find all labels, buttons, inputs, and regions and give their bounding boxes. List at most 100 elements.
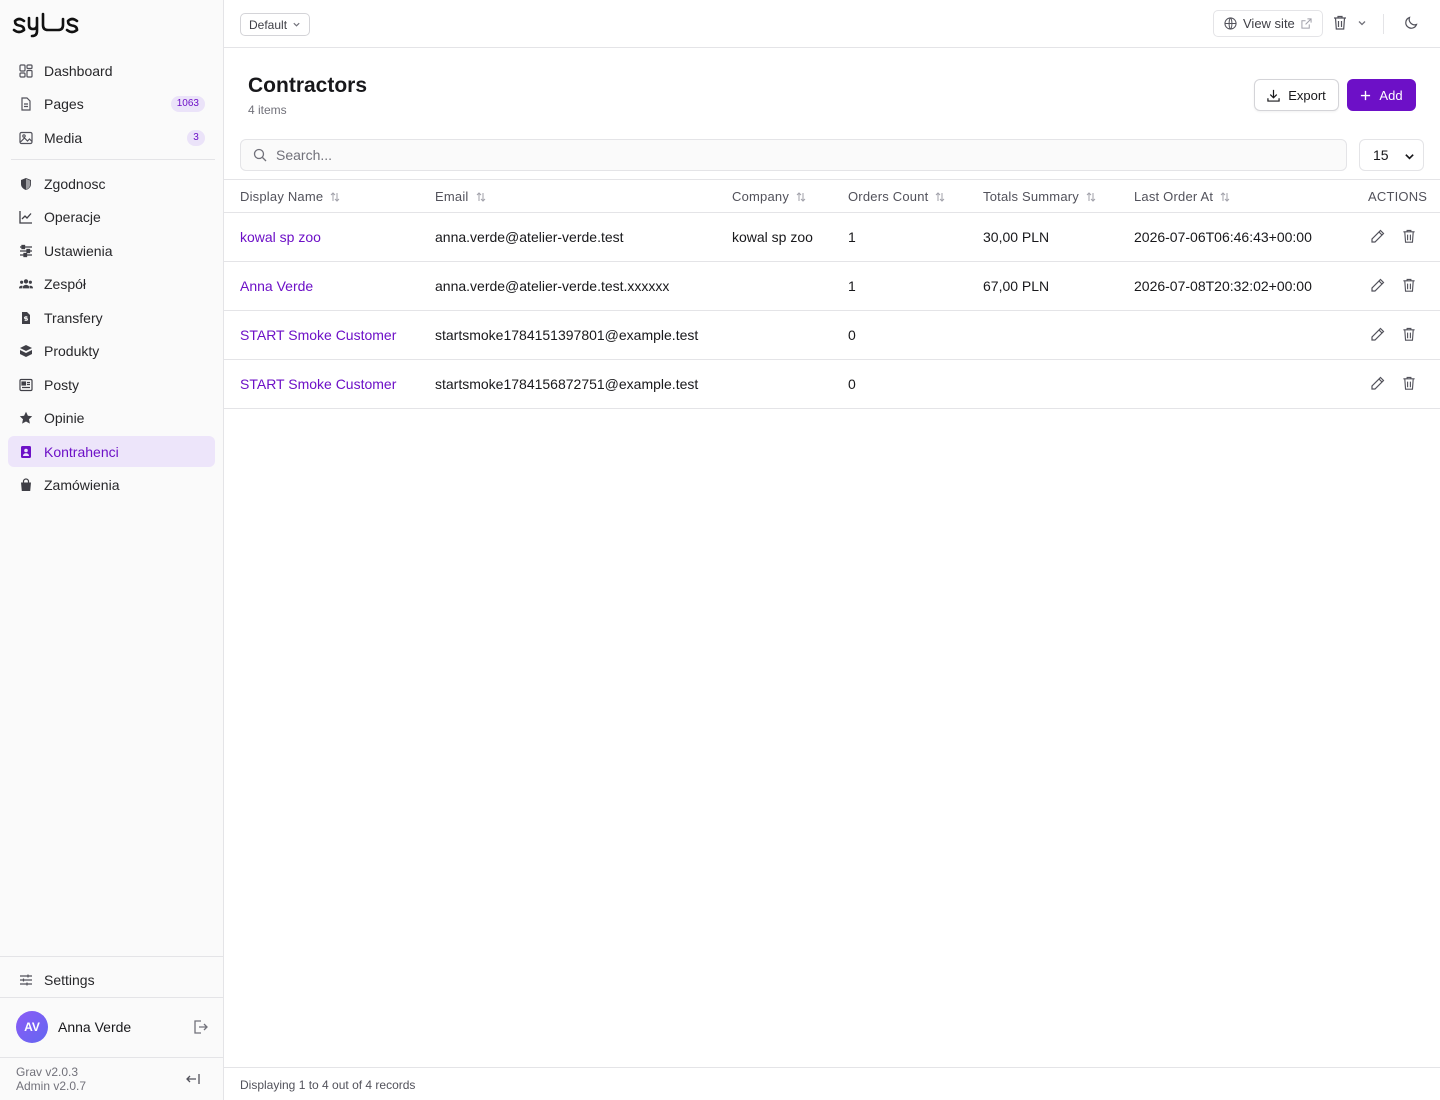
sidebar-item-zamowienia[interactable]: Zamówienia (8, 470, 215, 501)
pages-icon (19, 97, 33, 111)
contractor-name-link[interactable]: START Smoke Customer (240, 327, 396, 343)
pages-count-badge: 1063 (170, 96, 205, 112)
sidebar-item-transfery[interactable]: Transfery (8, 302, 215, 333)
trash-icon[interactable] (1402, 376, 1416, 391)
add-button[interactable]: Add (1347, 79, 1416, 111)
sort-icon (796, 191, 806, 202)
sidebar-item-pages[interactable]: Pages 1063 (8, 89, 215, 120)
sidebar-divider (0, 997, 223, 998)
trash-icon[interactable] (1333, 15, 1347, 31)
environment-dropdown[interactable]: Default (240, 13, 311, 36)
environment-label: Default (249, 17, 288, 32)
view-site-label: View site (1243, 16, 1295, 31)
contractor-name-link[interactable]: kowal sp zoo (240, 229, 321, 245)
sidebar-item-zgodnosc[interactable]: Zgodnosc (8, 168, 215, 199)
edit-icon[interactable] (1370, 376, 1385, 391)
table-row: START Smoke Customer startsmoke178415139… (224, 311, 1440, 360)
sidebar: Dashboard Pages 1063 Media 3 Zgodnosc Op… (0, 0, 224, 1100)
per-page-select[interactable]: 15 (1359, 139, 1424, 171)
column-header-email[interactable]: Email (435, 189, 486, 204)
view-site-button[interactable]: View site (1213, 10, 1323, 37)
newspaper-icon (19, 378, 33, 392)
sidebar-item-dashboard[interactable]: Dashboard (8, 55, 215, 86)
logo[interactable] (12, 10, 80, 38)
table-header: Display Name Email Company Orders Count … (224, 179, 1440, 213)
sliders-icon (19, 973, 33, 987)
collapse-sidebar-icon[interactable] (185, 1071, 201, 1087)
column-label: Last Order At (1134, 189, 1214, 204)
shield-icon (19, 177, 33, 191)
column-label: Company (732, 189, 790, 204)
contractor-name-link[interactable]: START Smoke Customer (240, 376, 396, 392)
sidebar-item-label: Kontrahenci (44, 443, 119, 460)
trash-icon[interactable] (1402, 327, 1416, 342)
edit-icon[interactable] (1370, 229, 1385, 244)
contractor-email: anna.verde@atelier-verde.test.xxxxxx (435, 278, 670, 294)
trash-icon[interactable] (1402, 278, 1416, 293)
sidebar-item-media[interactable]: Media 3 (8, 122, 215, 153)
sidebar-item-produkty[interactable]: Produkty (8, 336, 215, 367)
sort-icon (330, 191, 340, 202)
sidebar-item-label: Produkty (44, 343, 100, 359)
users-icon (19, 277, 33, 291)
per-page-value: 15 (1373, 147, 1389, 163)
search-icon (253, 148, 267, 162)
chevron-down-icon (293, 22, 300, 27)
export-button[interactable]: Export (1254, 79, 1339, 111)
sidebar-item-label: Ustawienia (44, 242, 113, 259)
box-icon (19, 344, 33, 358)
avatar: AV (16, 1011, 48, 1043)
column-label: ACTIONS (1368, 189, 1428, 204)
column-header-company[interactable]: Company (732, 189, 806, 204)
contractor-last-order: 2026-07-06T06:46:43+00:00 (1134, 229, 1312, 245)
contractor-totals: 30,00 PLN (983, 229, 1050, 245)
column-label: Totals Summary (983, 189, 1079, 204)
version-info: Grav v2.0.3 Admin v2.0.7 (16, 1065, 86, 1093)
download-icon (1267, 89, 1280, 102)
sidebar-item-label: Pages (44, 96, 84, 112)
contractor-last-order: 2026-07-08T20:32:02+00:00 (1134, 278, 1312, 294)
contractor-orders-count: 1 (848, 278, 856, 294)
sidebar-item-label: Opinie (44, 410, 85, 426)
contractor-email: anna.verde@atelier-verde.test (435, 229, 624, 245)
column-label: Email (435, 189, 469, 204)
contractor-name-link[interactable]: Anna Verde (240, 278, 313, 294)
edit-icon[interactable] (1370, 327, 1385, 342)
sidebar-item-ustawienia[interactable]: Ustawienia (8, 235, 215, 266)
column-header-totals-summary[interactable]: Totals Summary (983, 189, 1096, 204)
column-header-last-order-at[interactable]: Last Order At (1134, 189, 1230, 204)
user-name: Anna Verde (58, 1019, 132, 1035)
sidebar-item-kontrahenci[interactable]: Kontrahenci (8, 436, 215, 467)
sidebar-item-label: Transfery (44, 309, 103, 326)
bag-icon (19, 478, 33, 492)
star-icon (19, 411, 33, 425)
table-row: Anna Verde anna.verde@atelier-verde.test… (224, 262, 1440, 311)
contractor-email: startsmoke1784151397801@example.test (435, 327, 699, 343)
contractor-orders-count: 1 (848, 229, 856, 245)
sidebar-item-operacje[interactable]: Operacje (8, 202, 215, 233)
trash-icon[interactable] (1402, 229, 1416, 244)
chevron-down-icon[interactable] (1357, 18, 1367, 28)
sidebar-item-label: Settings (44, 971, 95, 988)
media-count-badge: 3 (187, 129, 205, 146)
column-header-actions: ACTIONS (1368, 189, 1427, 204)
pagination-summary: Displaying 1 to 4 out of 4 records (240, 1078, 416, 1092)
search-input[interactable] (276, 147, 1346, 163)
sort-icon (476, 191, 485, 202)
column-label: Display Name (240, 189, 324, 204)
logout-icon[interactable] (192, 1019, 208, 1035)
sidebar-item-settings[interactable]: Settings (8, 964, 215, 995)
user-profile[interactable]: AV Anna Verde (16, 1011, 208, 1043)
sidebar-item-posty[interactable]: Posty (8, 369, 215, 400)
moon-icon[interactable] (1404, 16, 1418, 30)
sidebar-item-zespol[interactable]: Zespół (8, 269, 215, 300)
edit-icon[interactable] (1370, 278, 1385, 293)
page-title: Contractors (248, 74, 368, 97)
table-row: kowal sp zoo anna.verde@atelier-verde.te… (224, 213, 1440, 262)
column-header-orders-count[interactable]: Orders Count (848, 189, 945, 204)
sidebar-item-opinie[interactable]: Opinie (8, 403, 215, 434)
column-header-display-name[interactable]: Display Name (240, 189, 340, 204)
contractors-table: Display Name Email Company Orders Count … (224, 179, 1440, 409)
sidebar-divider (0, 1057, 223, 1058)
sort-icon (936, 191, 945, 202)
